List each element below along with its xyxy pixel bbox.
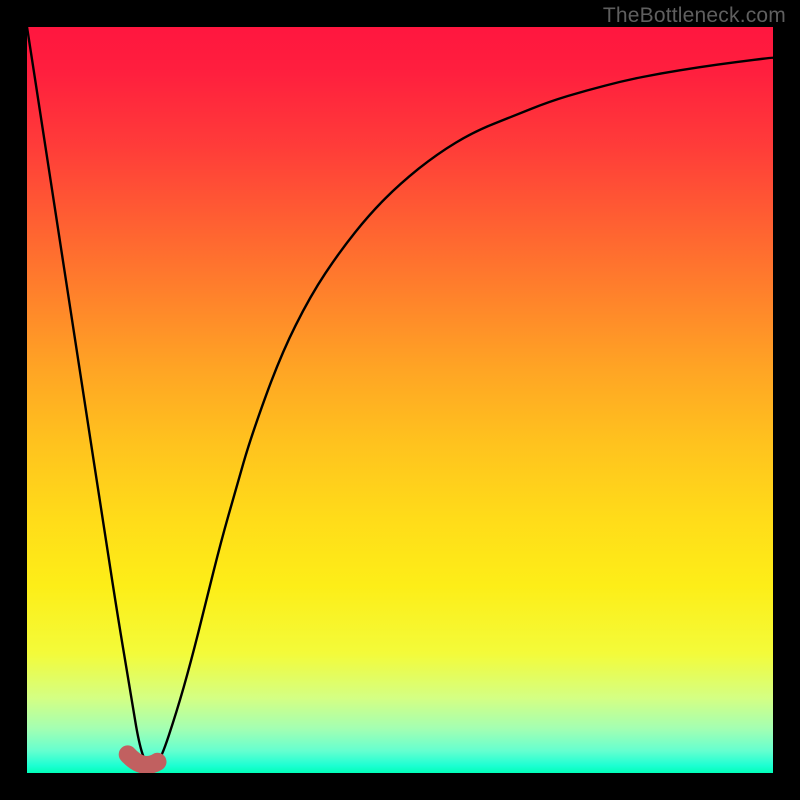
watermark-text: TheBottleneck.com (603, 4, 786, 28)
highlight-marker (128, 754, 158, 765)
plot-area (27, 27, 773, 773)
marker-layer (27, 27, 773, 773)
chart-frame: TheBottleneck.com (0, 0, 800, 800)
